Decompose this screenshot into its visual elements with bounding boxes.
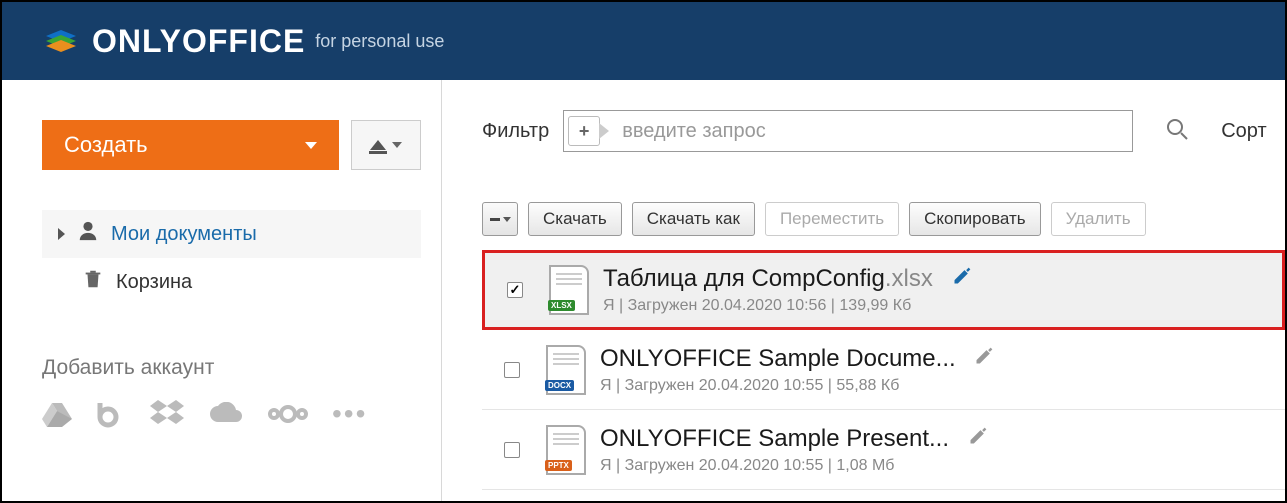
create-button[interactable]: Создать [42, 120, 339, 170]
google-drive-icon[interactable] [42, 401, 72, 427]
sort-label[interactable]: Сорт [1221, 120, 1266, 143]
file-meta: Я | Загружен 20.04.2020 10:55 | 55,88 Кб [600, 377, 1275, 395]
dropbox-icon[interactable] [150, 400, 184, 428]
file-checkbox[interactable] [507, 282, 523, 298]
sidebar-item-label: Корзина [116, 271, 192, 294]
download-button[interactable]: Скачать [528, 202, 622, 236]
box-icon[interactable] [96, 399, 126, 429]
file-toolbar: Скачать Скачать как Переместить Скопиров… [482, 202, 1285, 236]
filter-label: Фильтр [482, 120, 549, 143]
account-provider-icons: ••• [42, 398, 421, 430]
file-row[interactable]: PPTX ONLYOFFICE Sample Present... Я | За… [482, 410, 1285, 490]
brand-name: ONLYOFFICE [92, 23, 305, 60]
brand-tagline: for personal use [315, 31, 444, 52]
file-meta: Я | Загружен 20.04.2020 10:55 | 1,08 Мб [600, 457, 1275, 475]
file-name: Таблица для CompConfig.xlsx [603, 265, 1272, 293]
file-checkbox[interactable] [504, 442, 520, 458]
move-button[interactable]: Переместить [765, 202, 899, 236]
add-filter-button[interactable]: + [568, 116, 600, 146]
indeterminate-icon [490, 218, 500, 221]
search-box: + [563, 110, 1133, 152]
app-header: ONLYOFFICE for personal use [2, 2, 1285, 80]
logo-icon [42, 20, 80, 63]
more-icon[interactable]: ••• [332, 398, 367, 430]
search-icon[interactable] [1165, 117, 1189, 146]
download-as-button[interactable]: Скачать как [632, 202, 755, 236]
file-meta: Я | Загружен 20.04.2020 10:56 | 139,99 К… [603, 297, 1272, 315]
caret-right-icon [58, 228, 65, 240]
file-row[interactable]: XLSX Таблица для CompConfig.xlsx Я | Заг… [482, 250, 1285, 330]
nextcloud-icon[interactable] [268, 404, 308, 424]
edit-icon[interactable] [974, 345, 994, 372]
sidebar-item-label: Мои документы [111, 223, 257, 246]
file-list: XLSX Таблица для CompConfig.xlsx Я | Заг… [482, 250, 1285, 490]
sidebar-item-my-documents[interactable]: Мои документы [42, 210, 421, 258]
file-name: ONLYOFFICE Sample Docume... [600, 345, 1275, 373]
sidebar-item-trash[interactable]: Корзина [42, 258, 421, 306]
chevron-down-icon [305, 142, 317, 149]
file-row[interactable]: DOCX ONLYOFFICE Sample Docume... Я | Заг… [482, 330, 1285, 410]
chevron-down-icon [503, 217, 511, 222]
main-content: Фильтр + Сорт Скачать Скачать как Переме… [442, 80, 1285, 501]
file-checkbox[interactable] [504, 362, 520, 378]
search-input[interactable] [600, 120, 1132, 143]
upload-button[interactable] [351, 120, 421, 170]
file-type-icon: PPTX [540, 425, 592, 475]
upload-icon [370, 140, 386, 150]
file-type-icon: XLSX [543, 265, 595, 315]
edit-icon[interactable] [968, 425, 988, 452]
trash-icon [82, 268, 104, 296]
user-icon [77, 220, 99, 248]
file-type-icon: DOCX [540, 345, 592, 395]
sidebar: Создать Мои документы [2, 80, 442, 501]
create-button-label: Создать [64, 132, 148, 158]
chevron-down-icon [392, 142, 402, 148]
onedrive-icon[interactable] [208, 402, 244, 426]
add-account-label: Добавить аккаунт [42, 356, 421, 380]
copy-button[interactable]: Скопировать [909, 202, 1041, 236]
select-all-toggle[interactable] [482, 202, 518, 236]
edit-icon[interactable] [952, 265, 972, 292]
file-name: ONLYOFFICE Sample Present... [600, 425, 1275, 453]
delete-button[interactable]: Удалить [1051, 202, 1146, 236]
